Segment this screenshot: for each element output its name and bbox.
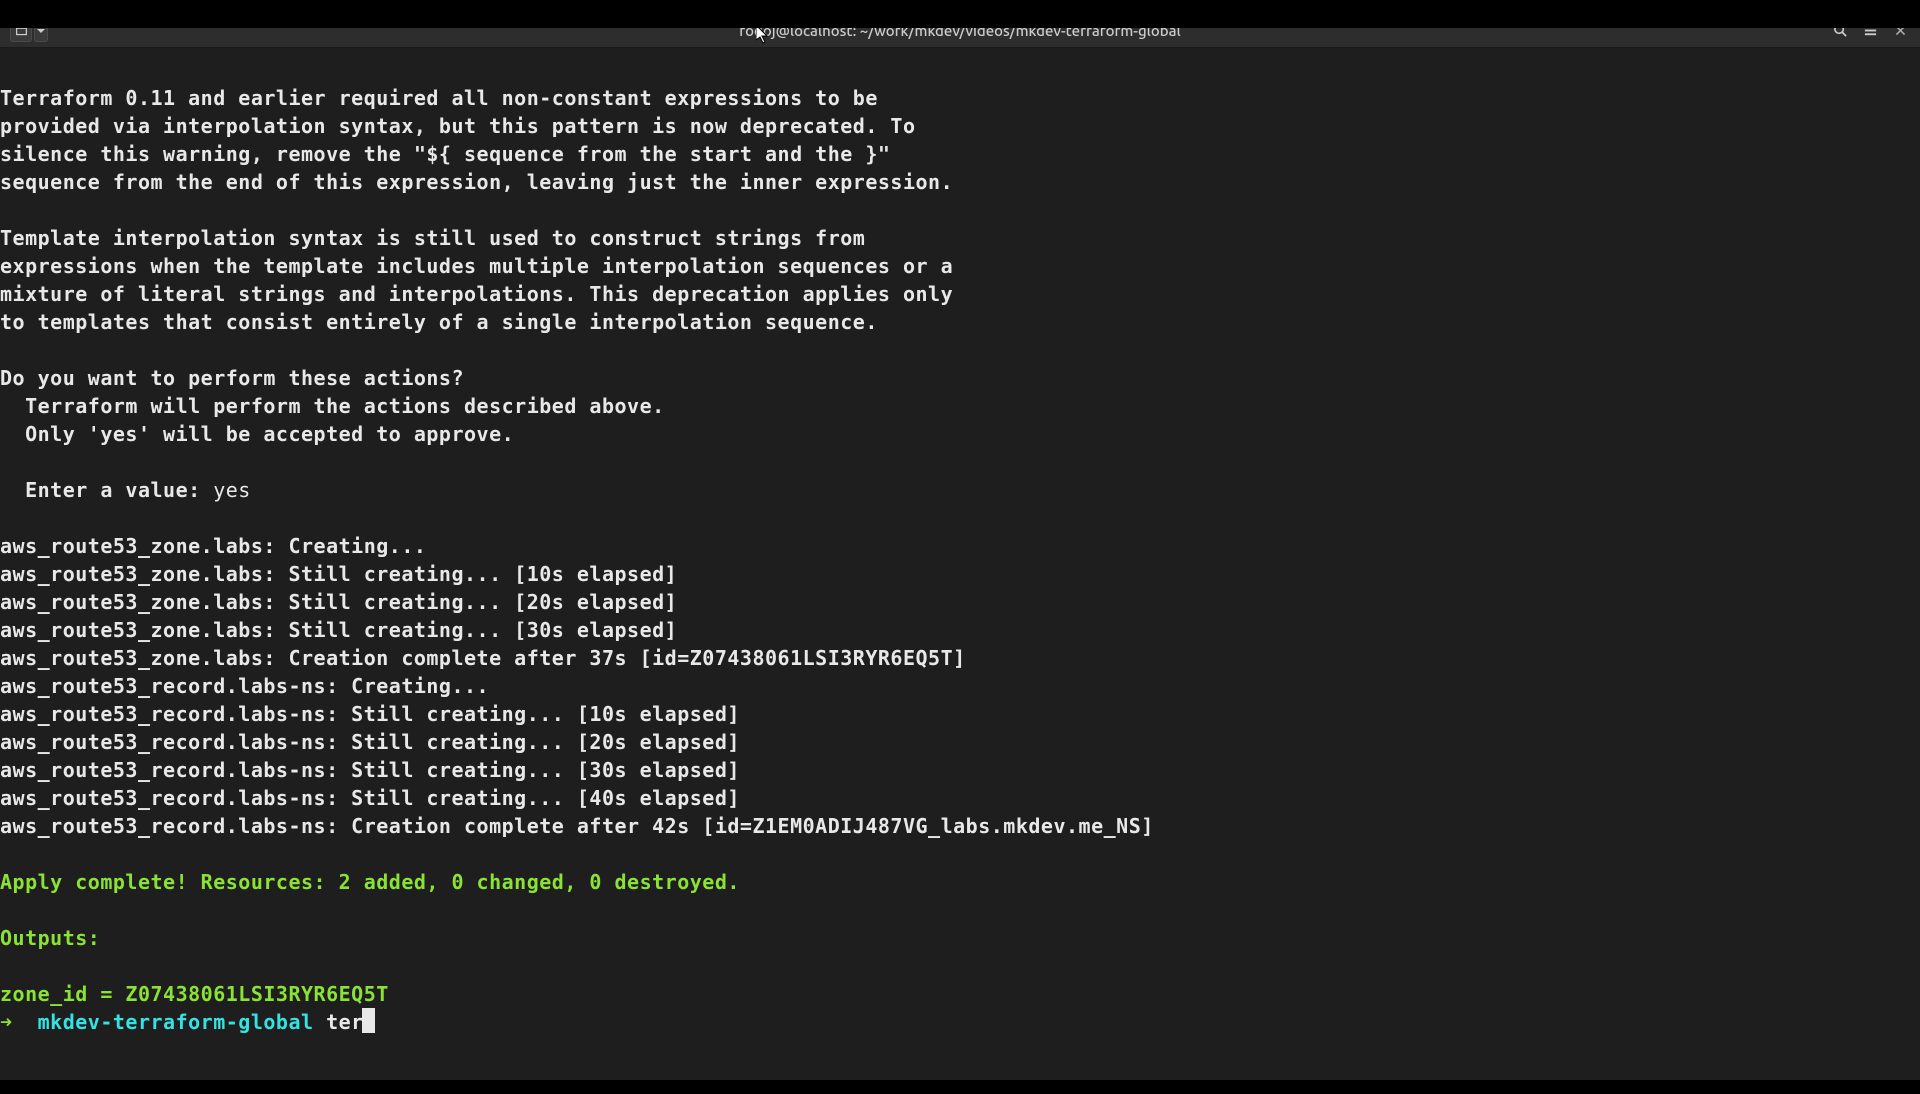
progress-line: aws_route53_record.labs-ns: Still creati… xyxy=(0,700,1920,728)
progress-line: aws_route53_zone.labs: Still creating...… xyxy=(0,560,1920,588)
output-text: to templates that consist entirely of a … xyxy=(0,308,1920,336)
progress-line: aws_route53_record.labs-ns: Still creati… xyxy=(0,756,1920,784)
progress-line: aws_route53_zone.labs: Still creating...… xyxy=(0,588,1920,616)
progress-line: aws_route53_record.labs-ns: Creation com… xyxy=(0,812,1920,840)
output-text: Template interpolation syntax is still u… xyxy=(0,224,1920,252)
shell-prompt[interactable]: ➜ mkdev-terraform-global ter xyxy=(0,1008,1920,1036)
prompt-directory: mkdev-terraform-global xyxy=(38,1008,326,1036)
progress-line: aws_route53_zone.labs: Creation complete… xyxy=(0,644,1920,672)
output-text: silence this warning, remove the "${ seq… xyxy=(0,140,1920,168)
progress-line: aws_route53_zone.labs: Still creating...… xyxy=(0,616,1920,644)
progress-line: aws_route53_record.labs-ns: Creating... xyxy=(0,672,1920,700)
enter-value-line: Enter a value: yes xyxy=(0,476,1920,504)
output-zone-id: zone_id = Z07438061LSI3RYR6EQ5T xyxy=(0,980,1920,1008)
prompt-input: ter xyxy=(326,1008,364,1036)
confirm-info: Only 'yes' will be accepted to approve. xyxy=(0,420,1920,448)
progress-line: aws_route53_record.labs-ns: Still creati… xyxy=(0,728,1920,756)
output-text: sequence from the end of this expression… xyxy=(0,168,1920,196)
output-text: Terraform 0.11 and earlier required all … xyxy=(0,84,1920,112)
confirm-prompt: Do you want to perform these actions? xyxy=(0,364,1920,392)
confirm-info: Terraform will perform the actions descr… xyxy=(0,392,1920,420)
enter-label: Enter a value: xyxy=(0,478,213,502)
progress-line: aws_route53_record.labs-ns: Still creati… xyxy=(0,784,1920,812)
prompt-arrow: ➜ xyxy=(0,1008,38,1036)
cursor-block xyxy=(362,1008,375,1033)
output-text: provided via interpolation syntax, but t… xyxy=(0,112,1920,140)
outputs-label: Outputs: xyxy=(0,924,1920,952)
terminal-output[interactable]: Terraform 0.11 and earlier required all … xyxy=(0,48,1920,1094)
enter-value: yes xyxy=(213,478,251,502)
apply-complete: Apply complete! Resources: 2 added, 0 ch… xyxy=(0,868,1920,896)
progress-line: aws_route53_zone.labs: Creating... xyxy=(0,532,1920,560)
output-text: mixture of literal strings and interpola… xyxy=(0,280,1920,308)
output-text: expressions when the template includes m… xyxy=(0,252,1920,280)
